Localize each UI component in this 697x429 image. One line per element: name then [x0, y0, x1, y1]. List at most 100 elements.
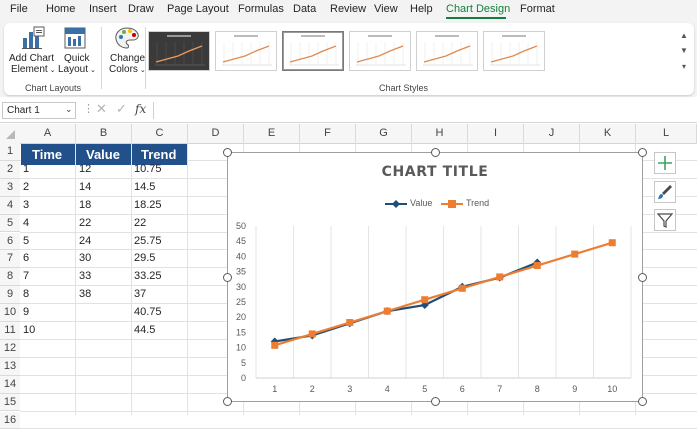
tab-formulas[interactable]: Formulas	[238, 3, 284, 15]
row-header-6[interactable]: 6	[0, 233, 20, 251]
row-header-14[interactable]: 14	[0, 376, 20, 394]
cell-time[interactable]: 2	[23, 181, 29, 193]
tab-view[interactable]: View	[374, 3, 398, 15]
cell-value[interactable]: 12	[79, 163, 91, 175]
cell-time[interactable]: 10	[23, 324, 35, 336]
column-header-l[interactable]: L	[636, 124, 697, 143]
plot-area[interactable]: 0510152025303540455012345678910	[228, 153, 642, 401]
row-header-5[interactable]: 5	[0, 215, 20, 233]
cell-trend[interactable]: 29.5	[134, 252, 155, 264]
chart-styles-button[interactable]	[654, 181, 676, 203]
tab-home[interactable]: Home	[46, 3, 75, 15]
row-header-4[interactable]: 4	[0, 197, 20, 215]
chart-style-thumbnail-2[interactable]	[215, 31, 277, 71]
cell-trend[interactable]: 44.5	[134, 324, 155, 336]
tab-chart-design[interactable]: Chart Design	[446, 3, 510, 15]
resize-handle-top-left[interactable]	[223, 148, 232, 157]
column-header-g[interactable]: G	[356, 124, 412, 143]
row-header-1[interactable]: 1	[0, 143, 20, 161]
cell-value[interactable]: 38	[79, 288, 91, 300]
resize-handle-right[interactable]	[638, 273, 647, 282]
cell-value[interactable]: 33	[79, 270, 91, 282]
chart-style-thumbnail-3[interactable]	[282, 31, 344, 71]
chart-filters-button[interactable]	[654, 209, 676, 231]
cell-value[interactable]: 30	[79, 252, 91, 264]
row-header-7[interactable]: 7	[0, 250, 20, 268]
cell-time[interactable]: 8	[23, 288, 29, 300]
cell-trend[interactable]: 18.25	[134, 199, 162, 211]
column-header-d[interactable]: D	[188, 124, 244, 143]
cell-trend[interactable]: 40.75	[134, 306, 162, 318]
resize-handle-top-right[interactable]	[638, 148, 647, 157]
cell-trend[interactable]: 22	[134, 217, 146, 229]
cell-time[interactable]: 5	[23, 235, 29, 247]
row-header-2[interactable]: 2	[0, 161, 20, 179]
group-title-chart-layouts: Chart Layouts	[25, 83, 81, 93]
row-header-10[interactable]: 10	[0, 304, 20, 322]
cell-trend[interactable]: 25.75	[134, 235, 162, 247]
header-cell-time[interactable]: Time	[21, 144, 75, 165]
row-header-3[interactable]: 3	[0, 179, 20, 197]
formula-input[interactable]	[153, 102, 694, 119]
column-header-i[interactable]: I	[468, 124, 524, 143]
select-all-icon[interactable]	[4, 128, 16, 140]
cell-value[interactable]: 22	[79, 217, 91, 229]
cell-time[interactable]: 3	[23, 199, 29, 211]
header-cell-value[interactable]: Value	[76, 144, 131, 165]
column-header-j[interactable]: J	[524, 124, 580, 143]
resize-handle-bottom-right[interactable]	[638, 397, 647, 406]
gallery-down-icon[interactable]: ▼	[678, 45, 690, 57]
row-header-12[interactable]: 12	[0, 340, 20, 358]
cell-trend[interactable]: 10.75	[134, 163, 162, 175]
cell-time[interactable]: 9	[23, 306, 29, 318]
tab-format[interactable]: Format	[520, 3, 555, 15]
column-header-k[interactable]: K	[580, 124, 636, 143]
chart-style-thumbnail-6[interactable]	[483, 31, 545, 71]
chart-style-thumbnail-4[interactable]	[349, 31, 411, 71]
chart-object[interactable]: CHART TITLE Value Trend 0510152025303540…	[227, 152, 643, 402]
resize-handle-left[interactable]	[223, 273, 232, 282]
tab-review[interactable]: Review	[330, 3, 366, 15]
chart-style-thumbnail-1[interactable]	[148, 31, 210, 71]
row-header-15[interactable]: 15	[0, 394, 20, 412]
row-header-13[interactable]: 13	[0, 358, 20, 376]
column-header-e[interactable]: E	[244, 124, 300, 143]
name-box-dropdown-icon[interactable]: ⌄	[65, 104, 73, 115]
row-header-16[interactable]: 16	[0, 412, 20, 429]
formula-options-icon[interactable]: ⋮	[83, 102, 94, 115]
tab-insert[interactable]: Insert	[89, 3, 117, 15]
cell-trend[interactable]: 33.25	[134, 270, 162, 282]
row-header-8[interactable]: 8	[0, 268, 20, 286]
cell-trend[interactable]: 14.5	[134, 181, 155, 193]
header-cell-trend[interactable]: Trend	[132, 144, 187, 165]
cell-time[interactable]: 1	[23, 163, 29, 175]
chart-style-thumbnail-5[interactable]	[416, 31, 478, 71]
cell-trend[interactable]: 37	[134, 288, 146, 300]
row-header-11[interactable]: 11	[0, 322, 20, 340]
insert-function-icon[interactable]: fx	[135, 102, 146, 116]
column-header-b[interactable]: B	[76, 124, 132, 143]
tab-page-layout[interactable]: Page Layout	[167, 3, 229, 15]
column-header-a[interactable]: A	[20, 124, 76, 143]
resize-handle-bottom[interactable]	[431, 397, 440, 406]
cell-time[interactable]: 4	[23, 217, 29, 229]
gallery-up-icon[interactable]: ▲	[678, 30, 690, 42]
tab-data[interactable]: Data	[293, 3, 316, 15]
cell-value[interactable]: 18	[79, 199, 91, 211]
data-point-trend	[571, 251, 578, 258]
chart-elements-button[interactable]	[654, 152, 676, 174]
tab-help[interactable]: Help	[410, 3, 433, 15]
row-header-9[interactable]: 9	[0, 286, 20, 304]
cell-value[interactable]: 24	[79, 235, 91, 247]
resize-handle-top[interactable]	[431, 148, 440, 157]
tab-file[interactable]: File	[10, 3, 28, 15]
cell-value[interactable]: 14	[79, 181, 91, 193]
gallery-more-icon[interactable]: ▾	[678, 61, 690, 73]
column-header-h[interactable]: H	[412, 124, 468, 143]
cell-time[interactable]: 6	[23, 252, 29, 264]
column-header-c[interactable]: C	[132, 124, 188, 143]
column-header-f[interactable]: F	[300, 124, 356, 143]
resize-handle-bottom-left[interactable]	[223, 397, 232, 406]
cell-time[interactable]: 7	[23, 270, 29, 282]
tab-draw[interactable]: Draw	[128, 3, 154, 15]
